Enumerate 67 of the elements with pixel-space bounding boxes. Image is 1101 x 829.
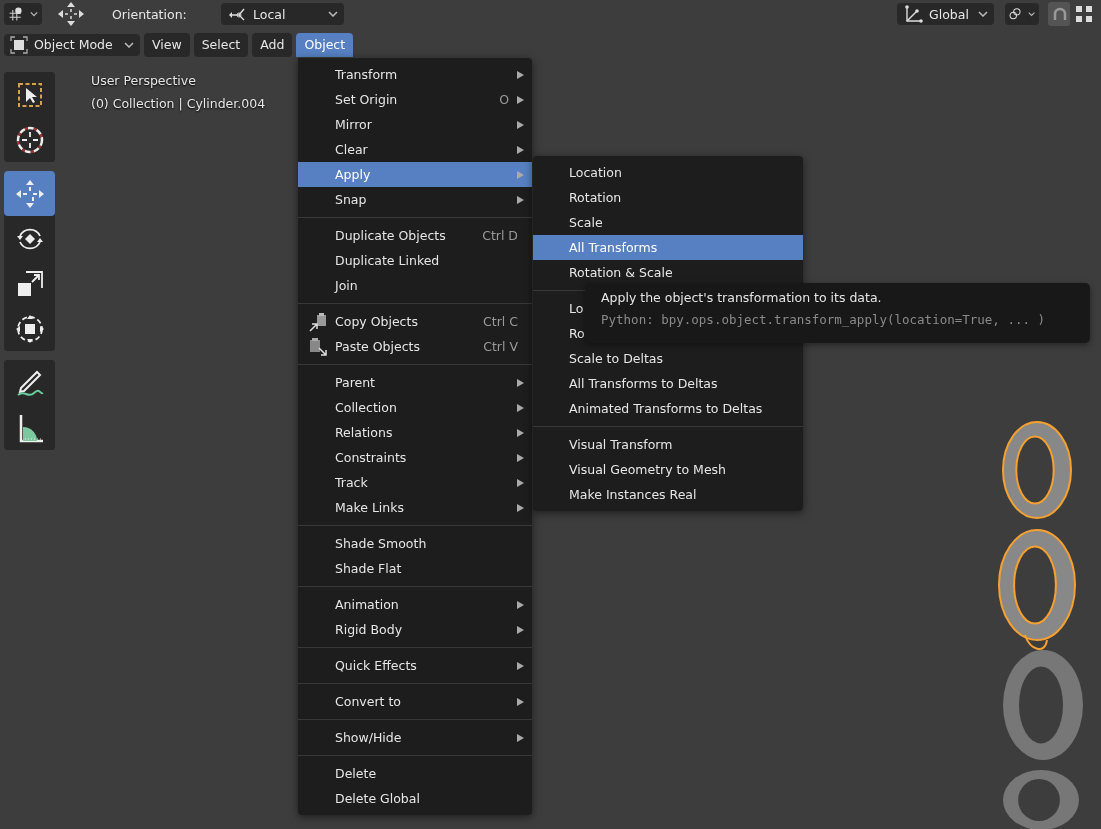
python-command: Python: bpy.ops.object.transform_apply(location=True, ... ) — [601, 312, 1046, 327]
menu-entry[interactable]: Parent — [298, 370, 532, 395]
menu-entry[interactable]: Paste Objects Ctrl V — [298, 334, 532, 359]
menu-entry[interactable]: Apply — [298, 162, 532, 187]
object-info: (0) Collection | Cylinder.004 — [91, 96, 266, 111]
magnet-icon — [1051, 6, 1067, 22]
menu-entry[interactable]: Convert to — [298, 689, 532, 714]
menu-entry[interactable]: Relations — [298, 420, 532, 445]
menu-item[interactable]: Object — [296, 32, 354, 57]
menu-item[interactable]: Add — [252, 32, 293, 57]
view-name: User Perspective — [91, 73, 197, 88]
menu-entry[interactable]: Make Links — [298, 495, 532, 520]
menu-entry[interactable]: Make Instances Real — [533, 482, 803, 507]
menu-entry[interactable]: Duplicate Linked — [298, 248, 532, 273]
mode-dropdown[interactable]: Object Mode — [4, 33, 140, 56]
menu-entry[interactable]: All Transforms to Deltas — [533, 371, 803, 396]
caret-icon — [124, 41, 134, 48]
menu-entry[interactable]: Set Origin O — [298, 87, 532, 112]
editor-type-dropdown[interactable] — [4, 3, 42, 25]
menu-entry[interactable]: Rigid Body — [298, 617, 532, 642]
orientation-label: Orientation: — [112, 6, 188, 22]
shortcut-text: O — [499, 92, 509, 107]
orientation-dropdown[interactable]: Local — [221, 3, 344, 25]
menu-entry[interactable]: Mirror — [298, 112, 532, 137]
menu-entry[interactable]: Shade Flat — [298, 556, 532, 581]
menu-entry[interactable]: Snap — [298, 187, 532, 212]
shortcut-text: Ctrl C — [483, 314, 518, 329]
menu-entry[interactable]: Constraints — [298, 445, 532, 470]
caret-icon — [1027, 11, 1035, 17]
axes-icon — [227, 6, 247, 22]
caret-icon — [328, 11, 338, 17]
menu-entry[interactable]: Rotation & Scale — [533, 260, 803, 285]
menu-entry[interactable]: Duplicate Objects Ctrl D — [298, 223, 532, 248]
menu-entry[interactable]: Join — [298, 273, 532, 298]
menu-entry[interactable]: Track — [298, 470, 532, 495]
menu-entry[interactable]: Scale to Deltas — [533, 346, 803, 371]
snap-toggle[interactable] — [1048, 2, 1070, 26]
menu-entry[interactable]: Delete — [298, 761, 532, 786]
object-mode-icon — [10, 35, 28, 54]
transform-orientation-dropdown[interactable]: Global — [897, 3, 994, 25]
menu-entry[interactable]: Delete Global — [298, 786, 532, 811]
shortcut-text: Ctrl V — [483, 339, 518, 354]
menu-entry[interactable]: Visual Geometry to Mesh — [533, 457, 803, 482]
menu-entry[interactable]: Transform — [298, 62, 532, 87]
menu-entry[interactable]: Visual Transform — [533, 432, 803, 457]
menu-entry[interactable]: Shade Smooth — [298, 531, 532, 556]
menu-entry[interactable]: Animation — [298, 592, 532, 617]
menu-entry[interactable]: Rotation — [533, 185, 803, 210]
axes-icon — [903, 5, 923, 23]
pivot-dropdown[interactable] — [1005, 3, 1039, 25]
menu-item[interactable]: Select — [193, 32, 249, 57]
menu-entry[interactable]: Scale — [533, 210, 803, 235]
menu-entry[interactable]: Location — [533, 160, 803, 185]
menu-entry[interactable]: Quick Effects — [298, 653, 532, 678]
menu-entry[interactable]: Show/Hide — [298, 725, 532, 750]
menu-entry[interactable]: Collection — [298, 395, 532, 420]
caret-icon — [978, 11, 988, 17]
menu-item[interactable]: View — [144, 32, 190, 57]
viewport-icon — [8, 5, 24, 23]
menu-entry[interactable]: All Transforms — [533, 235, 803, 260]
menu-entry[interactable]: Animated Transforms to Deltas — [533, 396, 803, 421]
menu-entry[interactable]: Copy Objects Ctrl C — [298, 309, 532, 334]
shortcut-text: Ctrl D — [482, 228, 518, 243]
menu-entry[interactable]: Clear — [298, 137, 532, 162]
caret-icon — [30, 11, 38, 17]
move-gizmo-icon — [56, 1, 86, 27]
tooltip-description: Apply the object's transformation to its data. — [601, 290, 883, 305]
